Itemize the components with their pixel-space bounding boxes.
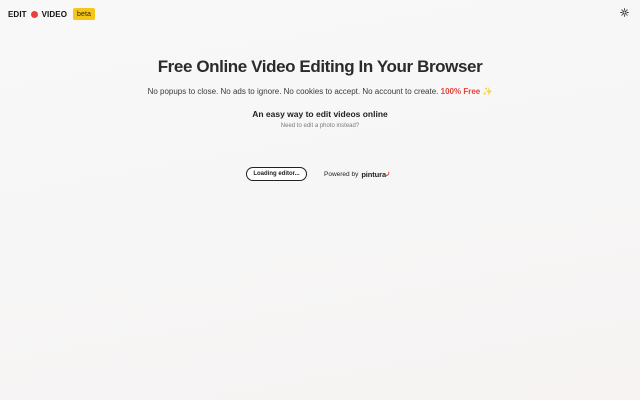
editor-loader-row: Loading editor... Powered by pintura xyxy=(246,167,390,181)
logo-text-edit: EDIT xyxy=(8,9,27,19)
free-label: 100% Free xyxy=(440,87,481,96)
logo-text-video: VIDEO xyxy=(41,9,68,19)
hero-section: Free Online Video Editing In Your Browse… xyxy=(0,56,640,131)
edit-photo-link[interactable]: Need to edit a photo instead? xyxy=(0,122,640,131)
theme-toggle-button[interactable] xyxy=(619,7,630,18)
powered-by-label: Powered by xyxy=(324,170,359,178)
record-dot-icon xyxy=(30,10,38,18)
logo[interactable]: EDIT VIDEO beta xyxy=(8,8,96,20)
sparkle-icon: ✨ xyxy=(482,87,493,96)
sun-icon xyxy=(620,8,629,17)
subtitle-text: No popups to close. No ads to ignore. No… xyxy=(147,87,439,96)
pintura-mark-icon xyxy=(384,171,390,176)
powered-by[interactable]: Powered by pintura xyxy=(324,169,390,179)
tagline: An easy way to edit videos online xyxy=(252,109,388,119)
beta-badge: beta xyxy=(73,8,96,20)
pintura-logo: pintura xyxy=(361,169,390,179)
brand-name: pintura xyxy=(361,169,387,179)
loading-editor-button[interactable]: Loading editor... xyxy=(246,167,307,181)
hero-subtitle: No popups to close. No ads to ignore. No… xyxy=(0,86,640,98)
page-title: Free Online Video Editing In Your Browse… xyxy=(157,57,483,76)
